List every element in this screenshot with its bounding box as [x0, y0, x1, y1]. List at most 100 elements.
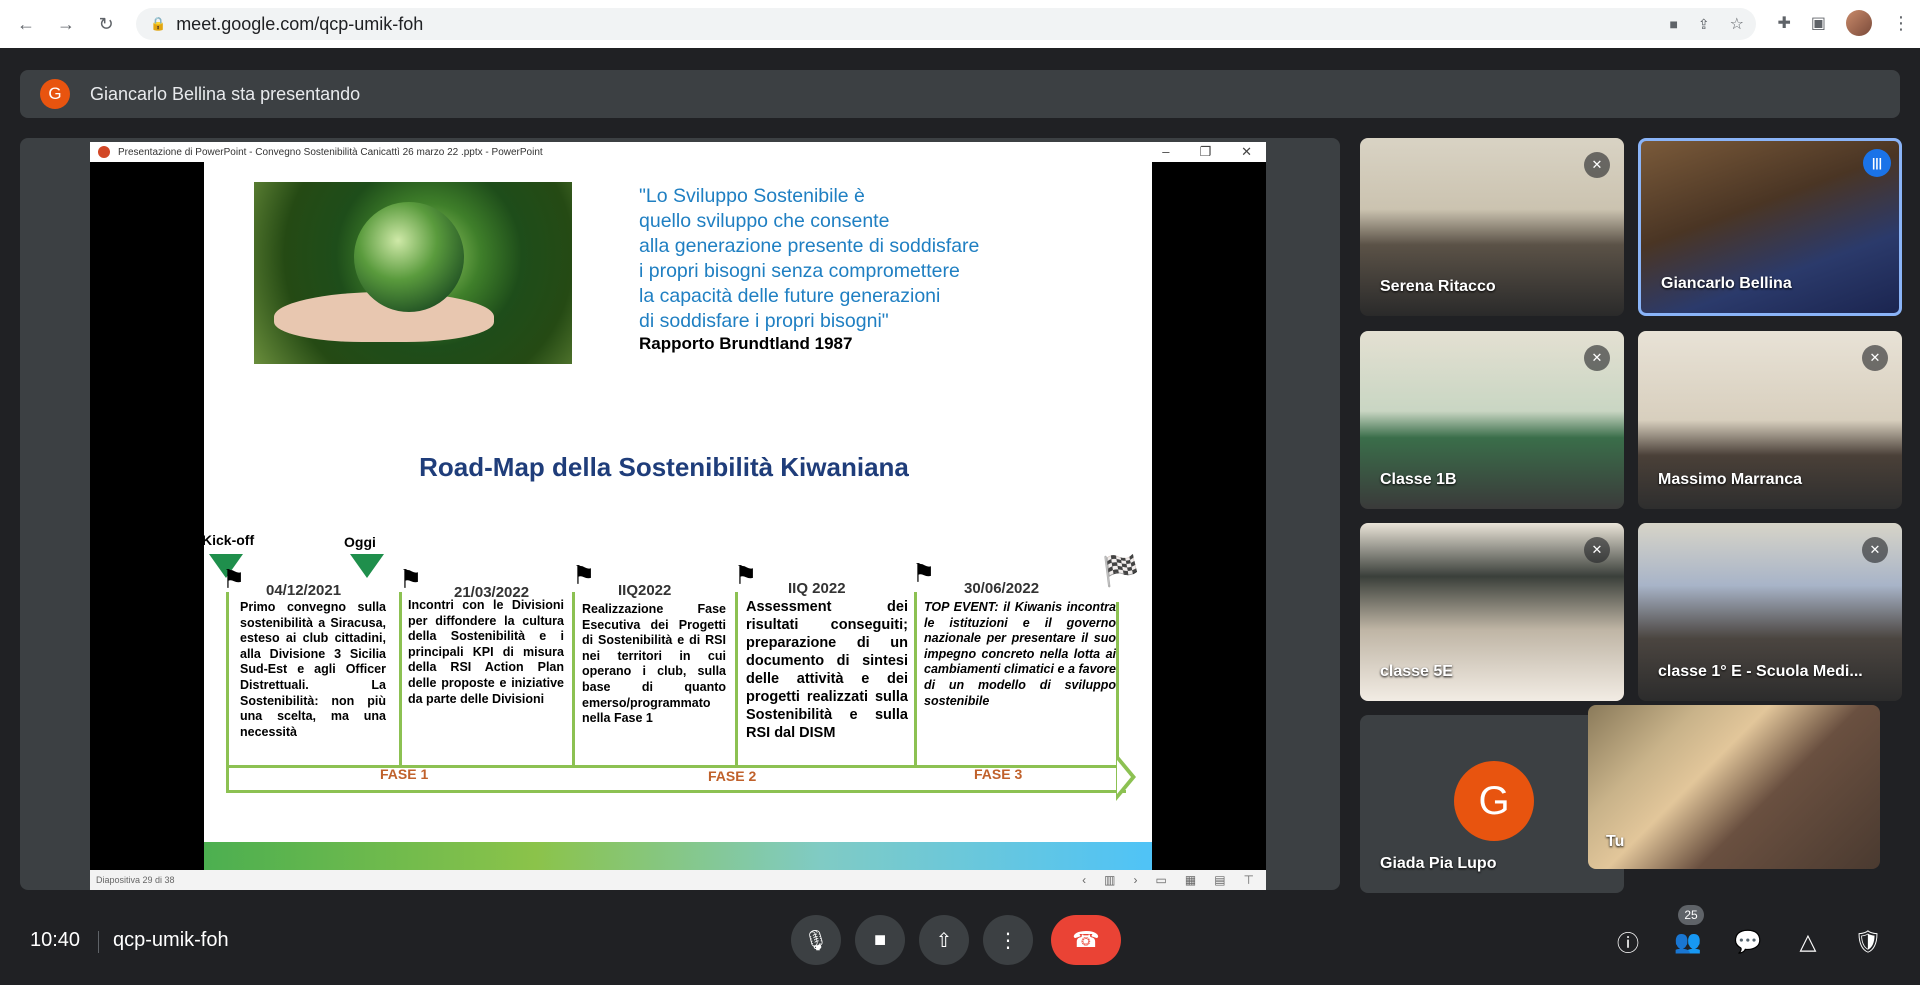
participant-name: Giada Pia Lupo	[1380, 855, 1497, 872]
camera-button[interactable]: ■	[855, 915, 905, 965]
participant-tile[interactable]: ||| Giancarlo Bellina	[1638, 138, 1902, 316]
lock-icon: 🔒	[150, 16, 167, 31]
participant-name: Classe 1B	[1380, 471, 1457, 488]
participant-count-badge: 25	[1678, 905, 1704, 925]
reload-icon[interactable]: ↻	[92, 10, 120, 38]
milestone-text: Primo convegno sulla sostenibilità a Sir…	[240, 600, 386, 739]
oggi-marker-icon	[350, 554, 384, 578]
side-panel-icon[interactable]: ▣	[1811, 13, 1826, 33]
slide-menu-icon: ▥	[1104, 873, 1116, 887]
phase-arrow-head-inner	[1117, 760, 1131, 794]
reading-view-icon: ▤	[1214, 873, 1226, 887]
profile-avatar[interactable]	[1846, 10, 1872, 36]
restore-icon: ❐	[1199, 144, 1212, 159]
presenter-avatar: G	[40, 79, 70, 109]
more-vert-icon: ⋮	[998, 929, 1018, 952]
participant-tile[interactable]: G Giada Pia Lupo	[1360, 715, 1624, 893]
flag-icon: ⚑	[912, 558, 936, 588]
phase-label: FASE 1	[380, 766, 429, 782]
presenter-banner: G Giancarlo Bellina sta presentando	[20, 70, 1900, 118]
next-slide-icon: ›	[1133, 873, 1138, 887]
activities-icon[interactable]: △	[1793, 927, 1823, 957]
end-call-icon: ☎	[1072, 927, 1100, 952]
milestone-text: Assessment dei risultati conseguiti; pre…	[746, 599, 908, 741]
mic-off-icon: ✕	[1862, 537, 1888, 563]
meeting-code: qcp-umik-foh	[113, 929, 229, 951]
milestone-date: IIQ 2022	[788, 580, 846, 597]
phase-label: FASE 2	[708, 768, 757, 784]
meeting-info-icon[interactable]: ⓘ	[1613, 927, 1643, 957]
extensions-icon[interactable]: ✚	[1777, 13, 1790, 33]
forward-arrow-icon[interactable]: →	[52, 10, 80, 38]
people-icon[interactable]: 👥	[1673, 927, 1703, 957]
menu-kebab-icon[interactable]: ⋮	[1892, 13, 1910, 34]
back-arrow-icon[interactable]: ←	[12, 10, 40, 38]
kickoff-label: Kick-off	[204, 532, 255, 548]
timeline-divider	[735, 592, 738, 767]
share-icon[interactable]: ⇪	[1698, 16, 1710, 33]
mic-off-icon: ✕	[1862, 345, 1888, 371]
mic-off-icon: ✕	[1584, 537, 1610, 563]
quote-line: di soddisfare i propri bisogni"	[639, 310, 889, 332]
participant-name: Giancarlo Bellina	[1661, 275, 1792, 292]
quote-line: i propri bisogni senza compromettere	[639, 260, 960, 282]
timeline-divider	[399, 592, 402, 767]
globe-in-hand-image	[254, 182, 572, 364]
milestone-date: 04/12/2021	[266, 582, 342, 599]
browser-toolbar: ← → ↻ 🔒 meet.google.com/qcp-umik-foh ■ ⇪…	[0, 0, 1920, 48]
participant-tile[interactable]: ✕ Classe 1B	[1360, 331, 1624, 509]
participant-tile[interactable]: ✕ Serena Ritacco	[1360, 138, 1624, 316]
milestone-date: 30/06/2022	[964, 580, 1040, 597]
slideshow-icon: ⊤	[1243, 873, 1254, 887]
timeline-divider	[1116, 602, 1119, 767]
meeting-controls-bar: 10:40 qcp-umik-foh 🎙 ■ ⇧ ⋮ ☎ ⓘ 👥 25 💬 △ …	[0, 905, 1920, 985]
roadmap-title: Road-Map della Sostenibilità Kiwaniana	[419, 452, 909, 482]
star-icon[interactable]: ☆	[1730, 14, 1744, 34]
globe-shape	[354, 202, 464, 312]
more-options-button[interactable]: ⋮	[983, 915, 1033, 965]
self-view-tile[interactable]: Tu	[1588, 705, 1880, 869]
mic-off-icon: ✕	[1584, 152, 1610, 178]
phase-label: FASE 3	[974, 766, 1023, 782]
microphone-icon: 🎙	[803, 929, 829, 952]
normal-view-icon: ▭	[1155, 873, 1167, 887]
present-screen-icon: ⇧	[935, 929, 953, 952]
presenter-text: Giancarlo Bellina sta presentando	[90, 83, 361, 104]
quote-line: alla generazione presente di soddisfare	[639, 235, 980, 257]
host-controls-icon[interactable]: 🛡	[1853, 927, 1883, 957]
slide: "Lo Sviluppo Sostenibile è quello svilup…	[204, 162, 1152, 870]
powerpoint-icon	[98, 146, 110, 158]
timeline-divider	[914, 592, 917, 767]
sorter-view-icon: ▦	[1184, 873, 1197, 887]
self-name: Tu	[1606, 833, 1625, 850]
participant-tile[interactable]: ✕ Massimo Marranca	[1638, 331, 1902, 509]
prev-slide-icon: ‹	[1082, 873, 1087, 887]
participant-tile[interactable]: ✕ classe 1° E - Scuola Medi...	[1638, 523, 1902, 701]
flag-icon: ⚑	[572, 560, 596, 590]
camera-icon: ■	[873, 928, 887, 951]
camera-icon[interactable]: ■	[1669, 16, 1677, 32]
milestone-text: TOP EVENT: il Kiwanis incontra le istitu…	[924, 600, 1116, 708]
microphone-button[interactable]: 🎙	[791, 915, 841, 965]
participant-name: classe 5E	[1380, 663, 1453, 680]
timeline-divider	[226, 592, 229, 767]
close-icon: ✕	[1241, 144, 1252, 159]
quote-line: quello sviluppo che consente	[639, 210, 890, 232]
participant-name: Serena Ritacco	[1380, 278, 1496, 295]
address-bar[interactable]: 🔒 meet.google.com/qcp-umik-foh ■ ⇪ ☆	[136, 8, 1756, 40]
milestone-text: Incontri con le Divisioni per diffondere…	[408, 598, 564, 706]
present-button[interactable]: ⇧	[919, 915, 969, 965]
participant-name: classe 1° E - Scuola Medi...	[1658, 663, 1863, 680]
powerpoint-statusbar: Diapositiva 29 di 38 ‹ ▥ › ▭ ▦ ▤ ⊤	[90, 870, 1266, 890]
slide-counter: Diapositiva 29 di 38	[96, 875, 175, 885]
participant-avatar: G	[1454, 761, 1534, 841]
participant-tile[interactable]: ✕ classe 5E	[1360, 523, 1624, 701]
quote-line: la capacità delle future generazioni	[639, 285, 941, 307]
powerpoint-titlebar: Presentazione di PowerPoint - Convegno S…	[90, 142, 1266, 162]
powerpoint-window: Presentazione di PowerPoint - Convegno S…	[90, 142, 1266, 890]
end-call-button[interactable]: ☎	[1051, 915, 1121, 965]
chat-icon[interactable]: 💬	[1733, 927, 1763, 957]
mic-off-icon: ✕	[1584, 345, 1610, 371]
url-text: meet.google.com/qcp-umik-foh	[176, 13, 424, 34]
presentation-area: Presentazione di PowerPoint - Convegno S…	[20, 138, 1340, 890]
